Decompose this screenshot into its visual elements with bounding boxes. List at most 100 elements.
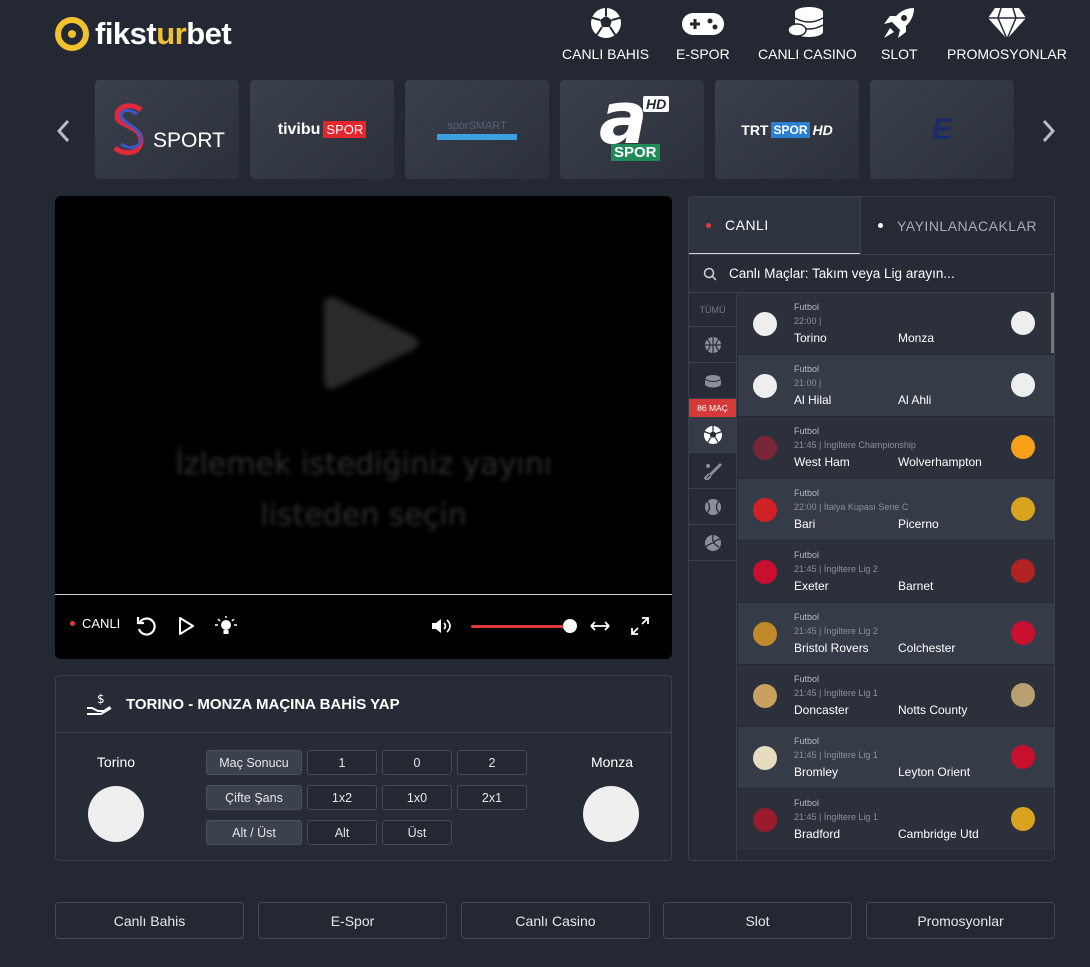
home-team-logo: [753, 560, 777, 584]
home-team-logo: [753, 684, 777, 708]
channel-s-sport[interactable]: SPORT: [95, 80, 239, 179]
match-list-scrollbar[interactable]: [1051, 293, 1054, 353]
match-count-badge: 86 MAÇ: [689, 399, 736, 417]
filter-all[interactable]: TÜMÜ: [689, 293, 736, 327]
match-away-team: Notts County: [898, 703, 968, 717]
tab-yayinlanacaklar[interactable]: YAYINLANACAKLAR: [860, 197, 1054, 254]
channel-eurosport[interactable]: E: [870, 80, 1014, 179]
nav-promosyonlar[interactable]: PROMOSYONLAR: [947, 6, 1067, 62]
chevron-left-icon: [56, 119, 70, 143]
replay-icon[interactable]: [136, 616, 156, 636]
search-input[interactable]: Canlı Maçlar: Takım veya Lig arayın...: [729, 266, 955, 281]
match-time-league: 21:45 | İngiltere Championship: [794, 440, 916, 450]
home-team-name: Torino: [96, 754, 136, 770]
bet-title: TORINO - MONZA MAÇINA BAHİS YAP: [126, 695, 400, 713]
brand-logo[interactable]: fiksturbet: [55, 16, 232, 52]
match-row[interactable]: Futbol 21:45 | İngiltere Lig 2 Exeter Barne…: [738, 541, 1054, 603]
channel-spor-smart[interactable]: sporSMART: [405, 80, 549, 179]
match-row[interactable]: Futbol 21:45 | İngiltere Lig 1 Doncaster No…: [738, 665, 1054, 727]
odd-button[interactable]: 1x2: [307, 785, 377, 810]
player-message-line2: listeden seçin: [260, 498, 467, 533]
channels-prev-arrow[interactable]: [54, 116, 74, 146]
channels-next-arrow[interactable]: [1038, 116, 1058, 146]
filter-cricket[interactable]: [689, 453, 736, 489]
nav-canli-casino[interactable]: CANLI CASINO: [758, 6, 857, 62]
upcoming-dot: [878, 223, 883, 228]
away-team-logo: [1011, 311, 1035, 335]
filter-football[interactable]: [689, 417, 736, 453]
match-row[interactable]: Futbol 21:00 | Al Hilal Al Ahli: [738, 355, 1054, 417]
odd-button[interactable]: Üst: [382, 820, 452, 845]
match-search[interactable]: Canlı Maçlar: Takım veya Lig arayın...: [689, 254, 1054, 293]
match-time-league: 22:00 | İtalya Kupası Serie C: [794, 502, 909, 512]
match-row[interactable]: Futbol 21:45 | İngiltere Lig 1 Bradford Cam…: [738, 789, 1054, 851]
footer-promosyonlar[interactable]: Promosyonlar: [866, 902, 1055, 939]
nav-canli-bahis[interactable]: CANLI BAHIS: [562, 6, 649, 62]
odd-button[interactable]: 2: [457, 750, 527, 775]
away-team-logo: [1011, 621, 1035, 645]
lightbulb-icon[interactable]: [215, 616, 237, 636]
match-row[interactable]: Futbol 21:45 | İngiltere Championship West…: [738, 417, 1054, 479]
volume-slider-handle[interactable]: [563, 619, 577, 633]
cricket-icon: [703, 462, 722, 480]
filter-basketball[interactable]: [689, 327, 736, 363]
match-home-team: Al Hilal: [794, 393, 832, 407]
match-time-league: 21:00 |: [794, 378, 822, 388]
footer-canli-bahis[interactable]: Canlı Bahis: [55, 902, 244, 939]
soccer-ball-icon: [588, 8, 623, 38]
footer-canli-casino[interactable]: Canlı Casino: [461, 902, 650, 939]
volume-icon[interactable]: [431, 617, 453, 635]
match-away-team: Al Ahli: [898, 393, 932, 407]
market-cifte-sans[interactable]: Çifte Şans: [206, 785, 302, 810]
player-progress-line[interactable]: [55, 594, 672, 595]
market-mac-sonucu[interactable]: Maç Sonucu: [206, 750, 302, 775]
match-time-league: 21:45 | İngiltere Lig 1: [794, 812, 878, 822]
home-team-logo: [753, 498, 777, 522]
channel-a-spor-hd[interactable]: a HD SPOR: [560, 76, 704, 179]
fullscreen-icon[interactable]: [631, 617, 649, 635]
logo-coin-icon: [55, 17, 89, 51]
footer-slot[interactable]: Slot: [663, 902, 852, 939]
odd-button[interactable]: Alt: [307, 820, 377, 845]
video-player[interactable]: İzlemek istediğiniz yayını listeden seçi…: [55, 196, 672, 659]
rocket-icon: [884, 8, 915, 38]
channel-tivibu-spor[interactable]: tivibu SPOR: [250, 80, 394, 179]
tab-canli[interactable]: CANLI: [689, 197, 860, 254]
odd-button[interactable]: 0: [382, 750, 452, 775]
match-away-team: Barnet: [898, 579, 934, 593]
match-row[interactable]: Futbol 21:45 | İngiltere Lig 2 Bristol Rov…: [738, 603, 1054, 665]
match-row[interactable]: Futbol 22:00 | Torino Monza: [738, 293, 1054, 355]
market-alt-ust[interactable]: Alt / Üst: [206, 820, 302, 845]
nav-slot[interactable]: SLOT: [881, 6, 918, 62]
away-team-logo: [1011, 373, 1035, 397]
channel-trt-spor-hd[interactable]: TRT SPOR HD: [715, 80, 859, 179]
match-away-team: Monza: [898, 331, 935, 345]
away-team-logo: [1011, 497, 1035, 521]
odd-button[interactable]: 2x1: [457, 785, 527, 810]
match-away-team: Wolverhampton: [898, 455, 982, 469]
away-team-logo: [1011, 745, 1035, 769]
home-team-logo: [753, 374, 777, 398]
match-time-league: 21:45 | İngiltere Lig 2: [794, 626, 878, 636]
filter-hockey[interactable]: [689, 363, 736, 399]
hand-money-icon: $: [87, 692, 112, 715]
match-home-team: Torino: [794, 331, 827, 345]
play-icon[interactable]: [176, 616, 196, 636]
filter-volleyball[interactable]: [689, 525, 736, 561]
svg-text:$: $: [97, 692, 105, 706]
s-sport-logo-icon: [113, 102, 144, 155]
nav-e-spor[interactable]: E-SPOR: [676, 6, 730, 62]
player-live-indicator: CANLI: [70, 616, 120, 631]
match-row[interactable]: Futbol 21:45 | İngiltere Lig 1 Bromley Leyt…: [738, 727, 1054, 789]
search-icon: [703, 267, 717, 281]
odd-button[interactable]: 1: [307, 750, 377, 775]
odd-button[interactable]: 1x0: [382, 785, 452, 810]
widescreen-icon[interactable]: [589, 618, 611, 634]
footer-e-spor[interactable]: E-Spor: [258, 902, 447, 939]
match-row[interactable]: Futbol 22:00 | İtalya Kupası Serie C Bari P…: [738, 479, 1054, 541]
filter-tennis[interactable]: [689, 489, 736, 525]
match-away-team: Picerno: [898, 517, 939, 531]
match-list: Futbol 22:00 | Torino Monza Futbol 21:00 | Al …: [738, 293, 1054, 860]
away-team-logo: [1011, 435, 1035, 459]
volume-slider-track[interactable]: [471, 625, 571, 628]
